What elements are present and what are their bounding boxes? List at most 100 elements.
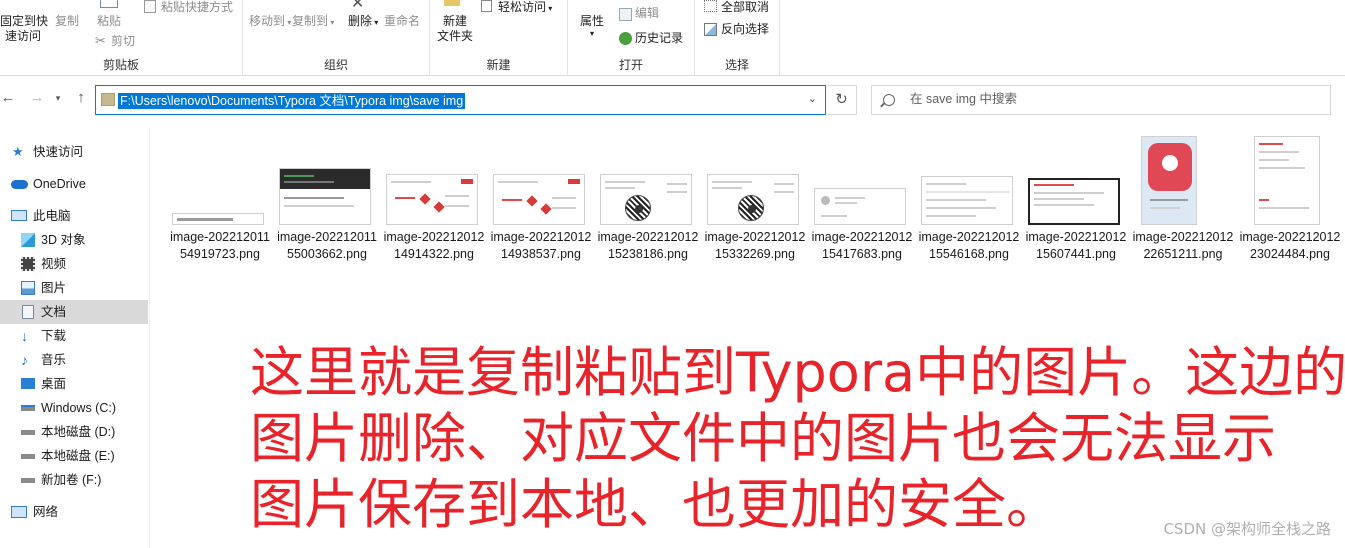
forward-arrow-icon[interactable]: →: [29, 90, 45, 106]
sidebar-item-drive-d[interactable]: 本地磁盘 (D:): [0, 420, 148, 444]
drive-icon: [21, 430, 35, 435]
navigation-pane: ★ 快速访问 OneDrive 此电脑 3D 对象 视频 图片 文档 ↓ 下载 …: [0, 128, 150, 548]
annotation-line-2: 图片删除、对应文件中的图片也会无法显示: [250, 407, 1276, 470]
clipboard-group-label: 剪贴板: [102, 58, 139, 72]
rename-button[interactable]: 重命名: [384, 14, 420, 29]
up-arrow-icon[interactable]: ↑: [73, 90, 89, 106]
navigation-bar: ← → ▾ ↑ F:\Users\lenovo\Documents\Typora…: [0, 80, 1345, 120]
folder-icon: [101, 93, 115, 106]
invert-selection-label: 反向选择: [721, 22, 770, 36]
file-item[interactable]: image-20221201215417683.png: [810, 136, 914, 286]
new-folder-button[interactable]: 新建 文件夹: [436, 14, 474, 44]
sidebar-item-drive-e[interactable]: 本地磁盘 (E:): [0, 444, 148, 468]
address-bar[interactable]: F:\Users\lenovo\Documents\Typora 文档\Typo…: [95, 85, 826, 115]
refresh-icon: ↻: [835, 91, 848, 108]
file-item[interactable]: image-20221201214938537.png: [489, 136, 593, 286]
file-item[interactable]: image-20221201215546168.png: [917, 136, 1021, 286]
watermark: CSDN @架构师全栈之路: [1163, 520, 1331, 538]
film-icon: [21, 257, 35, 271]
sidebar-item-3d-objects[interactable]: 3D 对象: [0, 228, 148, 252]
pin-quick-access-label-2: 速访问: [4, 29, 41, 43]
file-item[interactable]: image-20221201215607441.png: [1024, 136, 1128, 286]
pin-quick-access-button[interactable]: 固定到快 速访问: [0, 14, 48, 44]
ribbon: 固定到快 速访问 复制 粘贴 粘贴快捷方式 ✂ 剪切 剪贴板 移动到 ▾ 复制到…: [0, 0, 1345, 76]
invert-selection-button[interactable]: 反向选择: [721, 22, 769, 37]
recent-locations-chevron-icon[interactable]: ▾: [50, 90, 66, 106]
sidebar-item-label: 音乐: [41, 353, 67, 367]
sidebar-item-drive-c[interactable]: Windows (C:): [0, 396, 148, 420]
move-to-button[interactable]: 移动到 ▾: [249, 14, 291, 30]
chevron-down-icon: ▾: [328, 18, 335, 27]
ribbon-group-select: 全部取消 反向选择 选择: [695, 0, 780, 76]
sidebar-item-pictures[interactable]: 图片: [0, 276, 148, 300]
new-folder-icon: [444, 0, 460, 6]
file-thumbnail: [600, 174, 692, 225]
sidebar-item-this-pc[interactable]: 此电脑: [0, 204, 148, 228]
file-item[interactable]: image-20221201222651211.png: [1131, 136, 1235, 286]
file-item[interactable]: image-20221201215332269.png: [703, 136, 807, 286]
new-folder-label-2: 文件夹: [436, 29, 473, 43]
edit-button[interactable]: 编辑: [635, 6, 659, 21]
file-item[interactable]: image-20221201155003662.png: [275, 136, 379, 286]
history-button[interactable]: 历史记录: [635, 31, 683, 46]
drive-windows-icon: [21, 405, 35, 411]
paste-button[interactable]: 粘贴: [97, 14, 121, 29]
file-thumbnail: [493, 174, 585, 225]
drive-icon: [21, 454, 35, 459]
easy-access-label: 轻松访问: [498, 0, 547, 14]
sidebar-item-music[interactable]: ♪ 音乐: [0, 348, 148, 372]
chevron-down-icon[interactable]: ⌄: [808, 92, 817, 105]
file-item[interactable]: image-20221201154919723.png: [168, 136, 272, 286]
properties-button[interactable]: 属性 ▾: [579, 14, 605, 39]
sidebar-item-quick-access[interactable]: ★ 快速访问: [0, 140, 148, 164]
document-icon: [22, 305, 34, 319]
cut-button[interactable]: 剪切: [111, 34, 135, 49]
select-none-button[interactable]: 全部取消: [721, 0, 769, 15]
copy-label: 复制: [55, 14, 80, 28]
file-thumbnail: [814, 188, 906, 225]
sidebar-item-videos[interactable]: 视频: [0, 252, 148, 276]
file-item[interactable]: image-20221201223024484.png: [1238, 136, 1342, 286]
sidebar-item-label: OneDrive: [33, 177, 86, 191]
file-name: image-20221201215238186.png: [597, 230, 699, 261]
drive-icon: [21, 478, 35, 483]
file-name: image-20221201155003662.png: [277, 230, 377, 261]
edit-icon: [619, 8, 632, 21]
copy-to-button[interactable]: 复制到 ▾: [292, 14, 334, 30]
sidebar-item-label: 文档: [41, 305, 67, 319]
sidebar-item-documents[interactable]: 文档: [0, 300, 148, 324]
sidebar-item-downloads[interactable]: ↓ 下载: [0, 324, 148, 348]
cube-icon: [21, 233, 35, 247]
sidebar-item-label: 快速访问: [33, 145, 84, 159]
delete-button[interactable]: 删除 ▾: [348, 14, 378, 30]
file-thumbnail: [386, 174, 478, 225]
paste-shortcut-button[interactable]: 粘贴快捷方式: [161, 0, 233, 15]
sidebar-item-label: 本地磁盘 (E:): [41, 449, 115, 463]
sidebar-item-desktop[interactable]: 桌面: [0, 372, 148, 396]
sidebar-item-label: 视频: [41, 257, 67, 271]
paste-shortcut-label: 粘贴快捷方式: [161, 0, 234, 14]
search-input[interactable]: [910, 92, 1310, 106]
new-folder-label-1: 新建: [442, 14, 467, 28]
file-thumbnail: [707, 174, 799, 225]
organize-group-label: 组织: [323, 58, 348, 72]
sidebar-item-label: 此电脑: [33, 209, 71, 223]
file-item[interactable]: image-20221201214914322.png: [382, 136, 486, 286]
file-thumbnail: [1141, 136, 1197, 225]
back-arrow-icon[interactable]: ←: [0, 90, 16, 106]
file-item[interactable]: image-20221201215238186.png: [596, 136, 700, 286]
picture-icon: [21, 281, 35, 295]
easy-access-button[interactable]: 轻松访问 ▾: [498, 0, 552, 16]
refresh-button[interactable]: ↻: [827, 85, 857, 115]
sidebar-item-network[interactable]: 网络: [0, 500, 148, 524]
select-none-icon: [704, 0, 717, 12]
copy-button[interactable]: 复制: [55, 14, 79, 29]
file-name: image-20221201214914322.png: [383, 230, 485, 261]
ribbon-group-new: 新建 文件夹 轻松访问 ▾ 新建: [430, 0, 568, 76]
search-box[interactable]: [871, 85, 1331, 115]
sidebar-item-onedrive[interactable]: OneDrive: [0, 172, 148, 196]
sidebar-item-drive-f[interactable]: 新加卷 (F:): [0, 468, 148, 492]
select-none-label: 全部取消: [721, 0, 770, 14]
address-path[interactable]: F:\Users\lenovo\Documents\Typora 文档\Typo…: [118, 93, 466, 109]
file-thumbnail: [1254, 136, 1320, 225]
